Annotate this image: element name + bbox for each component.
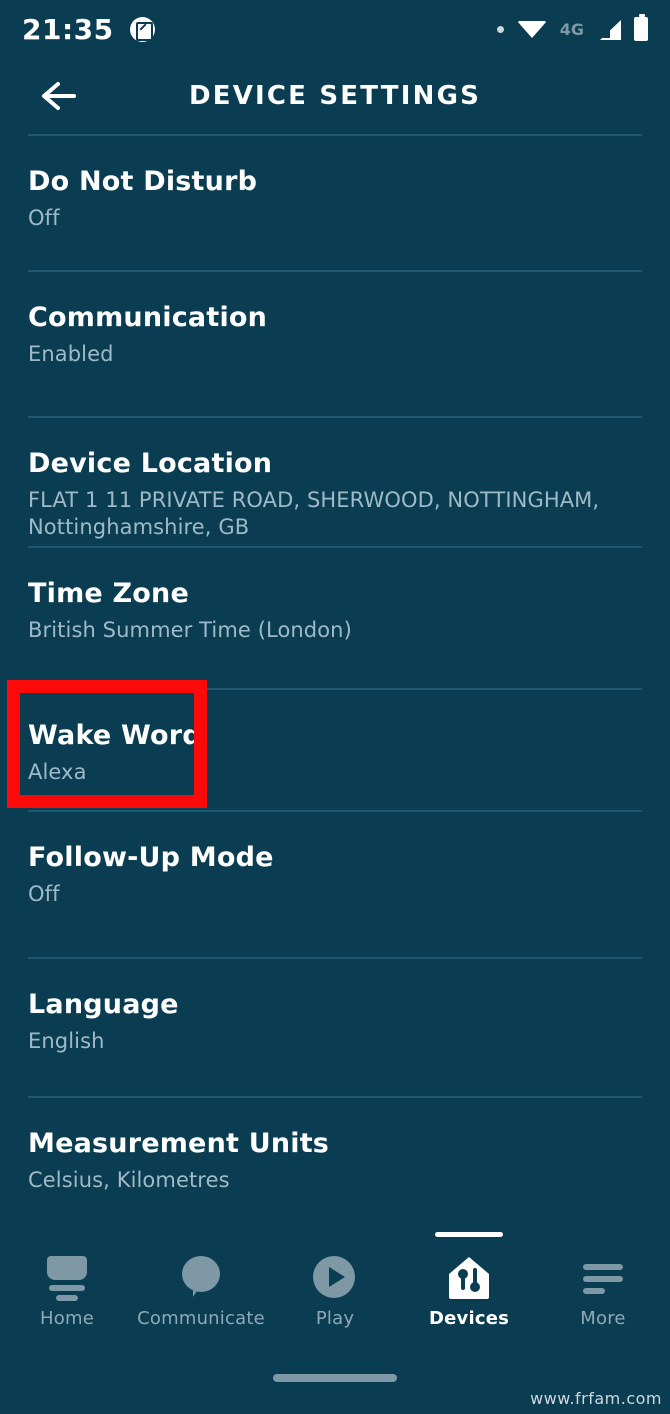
back-arrow-glyph xyxy=(42,82,76,110)
setting-title: Follow-Up Mode xyxy=(28,842,274,873)
setting-title: Communication xyxy=(28,302,268,333)
setting-title: Do Not Disturb xyxy=(28,166,258,197)
status-bar: 21:35 4G xyxy=(0,0,670,58)
setting-title: Device Location xyxy=(28,448,273,479)
page-title: DEVICE SETTINGS xyxy=(188,81,482,111)
status-bar-clock: 21:35 xyxy=(22,12,114,46)
setting-row-language[interactable]: Language English xyxy=(0,959,670,1096)
back-arrow-icon[interactable] xyxy=(38,78,82,114)
nav-item-devices[interactable]: Devices xyxy=(402,1232,536,1329)
speech-bubble-icon xyxy=(179,1254,223,1302)
setting-row-device-location[interactable]: Device Location FLAT 1 11 PRIVATE ROAD, … xyxy=(0,418,670,546)
screenshot-icon xyxy=(129,16,155,42)
dot-indicator-icon xyxy=(496,25,504,33)
setting-row-do-not-disturb[interactable]: Do Not Disturb Off xyxy=(0,136,670,270)
setting-value: Off xyxy=(28,881,60,906)
settings-list: Do Not Disturb Off Communication Enabled… xyxy=(0,134,670,1253)
status-bar-indicators: 4G xyxy=(496,14,648,41)
battery-full-icon xyxy=(634,14,648,41)
setting-value: Enabled xyxy=(28,341,114,366)
setting-value: British Summer Time (London) xyxy=(28,617,352,642)
play-circle-icon xyxy=(313,1254,357,1302)
setting-title: Language xyxy=(28,989,179,1020)
active-tab-indicator xyxy=(435,1232,503,1237)
app-screen: 21:35 4G DEVICE SETTINGS Do Not Disturb … xyxy=(0,0,670,1414)
system-gesture-bar[interactable] xyxy=(273,1374,397,1382)
wifi-icon xyxy=(516,19,547,39)
cellular-signal-icon xyxy=(597,18,621,40)
bottom-navigation-bar: Home Communicate Play Devices More xyxy=(0,1232,670,1356)
home-devices-icon xyxy=(446,1254,492,1302)
nav-label: Home xyxy=(40,1308,94,1329)
setting-title: Measurement Units xyxy=(28,1128,330,1159)
setting-value: Alexa xyxy=(28,759,87,784)
setting-row-wake-word[interactable]: Wake Word Alexa xyxy=(0,690,670,810)
setting-title: Wake Word xyxy=(28,720,202,751)
setting-row-measurement-units[interactable]: Measurement Units Celsius, Kilometres xyxy=(0,1098,670,1251)
nav-item-play[interactable]: Play xyxy=(268,1236,402,1329)
nav-label: More xyxy=(580,1308,626,1329)
nav-item-more[interactable]: More xyxy=(536,1236,670,1329)
network-type-label: 4G xyxy=(559,19,584,39)
setting-value: Off xyxy=(28,205,60,230)
nav-item-communicate[interactable]: Communicate xyxy=(134,1236,268,1329)
nav-label: Devices xyxy=(428,1308,510,1329)
nav-label: Play xyxy=(315,1308,355,1329)
nav-item-home[interactable]: Home xyxy=(0,1236,134,1329)
home-devices-glyph xyxy=(449,1257,489,1299)
setting-title: Time Zone xyxy=(28,578,189,609)
setting-value: FLAT 1 11 PRIVATE ROAD, SHERWOOD, NOTTIN… xyxy=(28,487,600,539)
setting-row-communication[interactable]: Communication Enabled xyxy=(0,272,670,416)
echo-device-icon xyxy=(43,1254,91,1302)
nav-label: Communicate xyxy=(137,1308,265,1329)
setting-value: English xyxy=(28,1028,105,1053)
watermark: www.frfam.com xyxy=(530,1389,662,1408)
setting-value: Celsius, Kilometres xyxy=(28,1167,230,1192)
setting-row-time-zone[interactable]: Time Zone British Summer Time (London) xyxy=(0,548,670,688)
hamburger-menu-icon xyxy=(581,1254,625,1302)
app-header: DEVICE SETTINGS xyxy=(0,58,670,134)
setting-row-follow-up-mode[interactable]: Follow-Up Mode Off xyxy=(0,812,670,957)
